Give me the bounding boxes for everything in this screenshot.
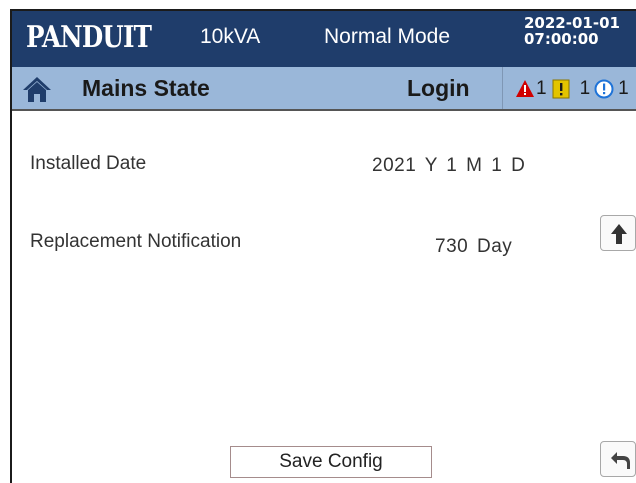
brand-logo: PANDUIT	[26, 20, 152, 55]
warning-triangle-icon	[516, 80, 534, 97]
page-up-button[interactable]	[600, 215, 636, 251]
login-button[interactable]: Login	[407, 75, 470, 101]
operating-mode: Normal Mode	[324, 25, 451, 48]
warning-count: 1	[536, 78, 547, 99]
power-rating: 10kVA	[200, 25, 261, 48]
up-arrow-icon	[611, 224, 627, 244]
home-button[interactable]	[22, 75, 52, 103]
top-status-bar: PANDUIT 10kVA Normal Mode 2022-01-01 07:…	[12, 11, 636, 67]
installed-date-label: Installed Date	[30, 153, 147, 174]
caution-square-icon	[552, 79, 570, 99]
info-circle-icon	[594, 79, 614, 99]
replacement-notification-label: Replacement Notification	[30, 231, 242, 252]
time-text: 07:00:00	[524, 30, 599, 48]
device-screen: PANDUIT 10kVA Normal Mode 2022-01-01 07:…	[10, 9, 636, 483]
page-title: Mains State	[82, 75, 210, 101]
divider	[502, 67, 503, 109]
home-icon	[23, 77, 51, 102]
save-config-button[interactable]: Save Config	[230, 446, 432, 478]
info-count: 1	[618, 78, 629, 99]
notice-count-leading: 1	[579, 78, 591, 99]
date-text: 2022-01-01	[524, 14, 620, 32]
alarm-summary[interactable]: 1 1 1	[515, 77, 633, 101]
back-arrow-icon	[611, 452, 630, 469]
replacement-notification-value[interactable]: 730 Day	[435, 235, 512, 259]
date-time: 2022-01-01 07:00:00	[524, 15, 620, 47]
installed-date-value[interactable]: 2021 Y 1 M 1 D	[372, 154, 525, 178]
page-header-bar: Mains State Login 1 1 1	[12, 67, 636, 111]
back-button[interactable]	[600, 441, 636, 477]
